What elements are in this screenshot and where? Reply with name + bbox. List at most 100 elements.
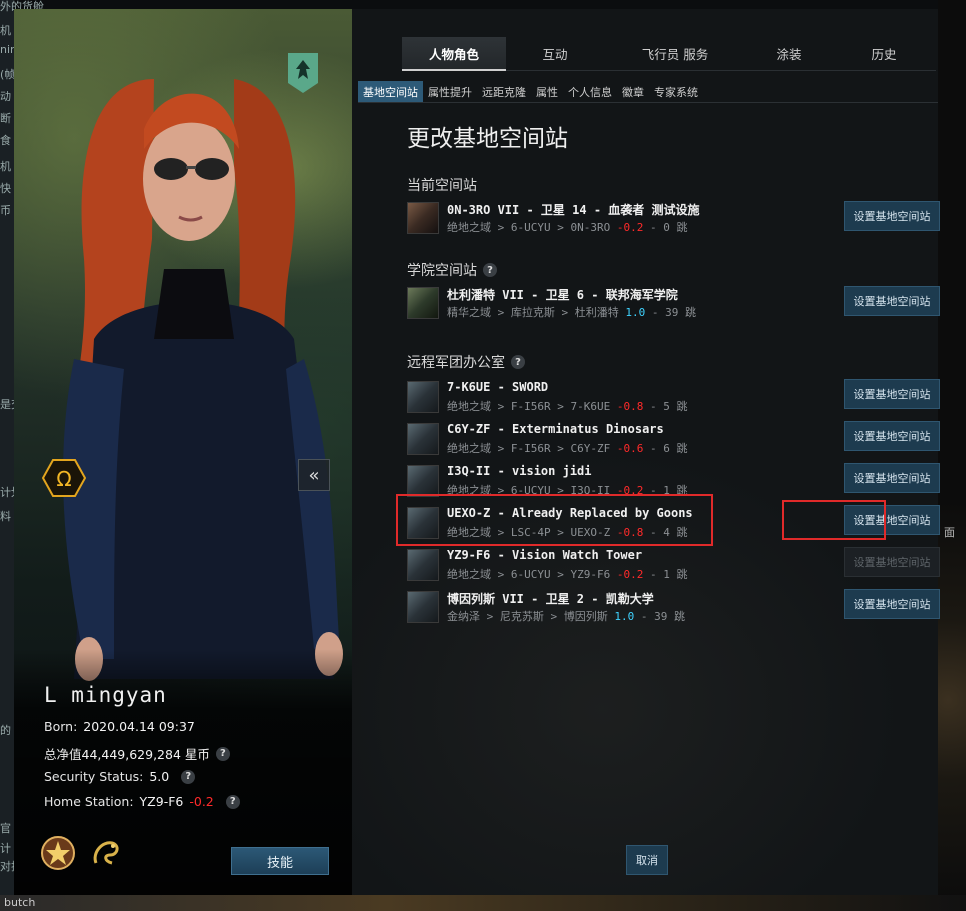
bg-text: 料: [0, 510, 11, 523]
security-value: 5.0: [149, 769, 170, 784]
station-row[interactable]: 杜利潘特 VII - 卫星 6 - 联邦海军学院 精华之域 > 库拉克斯 > 杜…: [407, 285, 940, 323]
station-name: 博因列斯 VII - 卫星 2 - 凯勒大学: [447, 592, 654, 606]
station-route: 金纳泽 > 尼克苏斯 > 博因列斯 1.0 - 39 跳: [447, 610, 685, 623]
station-route: 绝地之域 > F-I56R > C6Y-ZF -0.6 - 6 跳: [447, 442, 688, 455]
bg-text: 面: [944, 526, 955, 539]
set-home-station-button-disabled: 设置基地空间站: [844, 547, 940, 577]
bg-text: 官: [0, 822, 11, 835]
page-title: 更改基地空间站: [407, 126, 568, 152]
medal-star-icon[interactable]: [40, 835, 76, 871]
networth-row: 总净值 44,449,629,284 星币 ?: [44, 744, 230, 763]
tab-history[interactable]: 历史: [832, 37, 936, 71]
section-school-station: 学院空间站?: [407, 260, 497, 280]
omega-status-icon[interactable]: Ω: [42, 459, 86, 497]
station-row[interactable]: 0N-3RO VII - 卫星 14 - 血袭者 测试设施 绝地之域 > 6-U…: [407, 200, 940, 238]
help-icon[interactable]: ?: [483, 263, 497, 277]
station-thumbnail: [407, 549, 439, 581]
station-thumbnail: [407, 465, 439, 497]
help-icon[interactable]: ?: [215, 746, 230, 761]
home-station-value[interactable]: YZ9-F6: [140, 794, 184, 809]
bg-text: butch: [4, 896, 36, 909]
security-row: Security Status: 5.0 ?: [44, 769, 196, 784]
background-client-left: 外的货舱 机 nin (帧 动 断 食 机 快 币 是交 计划 料 的 官 计 …: [0, 0, 44, 911]
subtab-attribute-enhancers[interactable]: 属性提升: [423, 81, 477, 102]
station-row[interactable]: 博因列斯 VII - 卫星 2 - 凯勒大学 金纳泽 > 尼克苏斯 > 博因列斯…: [407, 589, 940, 627]
help-icon[interactable]: ?: [511, 355, 525, 369]
security-label: Security Status:: [44, 769, 144, 784]
bg-text: 币: [0, 204, 11, 217]
main-tab-bar: 人物角色 互动 飞行员 服务 涂装 历史: [402, 37, 936, 71]
station-row[interactable]: 7-K6UE - SWORD 绝地之域 > F-I56R > 7-K6UE -0…: [407, 379, 940, 417]
tab-pilot-services[interactable]: 飞行员 服务: [604, 37, 746, 71]
section-current-station: 当前空间站: [407, 178, 477, 194]
set-home-station-button[interactable]: 设置基地空间站: [844, 463, 940, 493]
sub-tab-bar: 基地空间站 属性提升 远距克隆 属性 个人信息 徽章 专家系统: [358, 81, 938, 103]
set-home-station-button[interactable]: 设置基地空间站: [844, 201, 940, 231]
bg-text: 的: [0, 724, 11, 737]
station-thumbnail: [407, 423, 439, 455]
bg-text: 机: [0, 160, 11, 173]
home-station-label: Home Station:: [44, 794, 134, 809]
home-station-security: -0.2: [189, 794, 214, 809]
bg-text: 动: [0, 90, 11, 103]
born-row: Born: 2020.04.14 09:37: [44, 719, 195, 734]
station-route: 精华之域 > 库拉克斯 > 杜利潘特 1.0 - 39 跳: [447, 306, 696, 319]
bg-text: 断: [0, 112, 11, 125]
born-label: Born:: [44, 719, 78, 734]
station-name: 7-K6UE - SWORD: [447, 380, 549, 394]
subtab-home-station[interactable]: 基地空间站: [358, 81, 423, 102]
section-remote-offices: 远程军团办公室?: [407, 352, 525, 372]
home-station-row: Home Station: YZ9-F6 -0.2 ?: [44, 794, 240, 809]
station-thumbnail: [407, 591, 439, 623]
station-thumbnail: [407, 381, 439, 413]
station-route: 绝地之域 > 6-UCYU > 0N-3RO -0.2 - 0 跳: [447, 221, 688, 234]
content-panel: 人物角色 互动 飞行员 服务 涂装 历史 基地空间站 属性提升 远距克隆 属性 …: [352, 9, 940, 895]
bg-text: (帧: [0, 68, 16, 81]
portrait-panel: Ω « L mingyan Born: 2020.04.14 09:37 总净值…: [14, 9, 352, 895]
cancel-button[interactable]: 取消: [626, 845, 668, 875]
station-name: YZ9-F6 - Vision Watch Tower: [447, 548, 643, 562]
set-home-station-button[interactable]: 设置基地空间站: [844, 286, 940, 316]
born-value: 2020.04.14 09:37: [83, 719, 195, 734]
bg-text: 快: [0, 182, 11, 195]
medal-dragon-icon[interactable]: [88, 835, 124, 871]
subtab-jump-clones[interactable]: 远距克隆: [477, 81, 531, 102]
station-route: 绝地之域 > 6-UCYU > YZ9-F6 -0.2 - 1 跳: [447, 568, 688, 581]
collapse-panel-button[interactable]: «: [298, 459, 330, 491]
station-row[interactable]: C6Y-ZF - Exterminatus Dinosars 绝地之域 > F-…: [407, 421, 940, 459]
networth-value: 44,449,629,284 星币: [81, 747, 210, 762]
character-sheet-window: Ω « L mingyan Born: 2020.04.14 09:37 总净值…: [14, 9, 940, 895]
svg-text:Ω: Ω: [56, 467, 71, 491]
character-portrait: [63, 79, 343, 681]
set-home-station-button[interactable]: 设置基地空间站: [844, 589, 940, 619]
tab-character[interactable]: 人物角色: [402, 37, 506, 71]
subtab-decorations[interactable]: 徽章: [617, 81, 649, 102]
subtab-attributes[interactable]: 属性: [531, 81, 563, 102]
subtab-personal-info[interactable]: 个人信息: [563, 81, 617, 102]
station-name: I3Q-II - vision jidi: [447, 464, 592, 478]
station-name: 杜利潘特 VII - 卫星 6 - 联邦海军学院: [447, 288, 678, 302]
background-client-bottom: butch: [0, 895, 966, 911]
highlight-box-button: [782, 500, 886, 540]
background-client-right: 面: [938, 0, 966, 911]
station-thumbnail: [407, 202, 439, 234]
highlight-box-station: [396, 494, 713, 546]
tab-interaction[interactable]: 互动: [506, 37, 604, 71]
help-icon[interactable]: ?: [181, 769, 196, 784]
set-home-station-button[interactable]: 设置基地空间站: [844, 421, 940, 451]
station-route: 绝地之域 > F-I56R > 7-K6UE -0.8 - 5 跳: [447, 400, 688, 413]
subtab-expert-systems[interactable]: 专家系统: [649, 81, 703, 102]
bg-text: 食: [0, 134, 11, 147]
station-name: C6Y-ZF - Exterminatus Dinosars: [447, 422, 664, 436]
networth-label: 总净值: [44, 747, 82, 762]
station-row[interactable]: YZ9-F6 - Vision Watch Tower 绝地之域 > 6-UCY…: [407, 547, 940, 585]
bg-text: 计: [0, 842, 11, 855]
corporation-logo[interactable]: [288, 53, 318, 93]
skills-button[interactable]: 技能: [231, 847, 329, 875]
character-name: L mingyan: [44, 683, 167, 707]
tab-skins[interactable]: 涂装: [746, 37, 832, 71]
help-icon[interactable]: ?: [225, 794, 240, 809]
station-thumbnail: [407, 287, 439, 319]
station-name: 0N-3RO VII - 卫星 14 - 血袭者 测试设施: [447, 203, 700, 217]
set-home-station-button[interactable]: 设置基地空间站: [844, 379, 940, 409]
